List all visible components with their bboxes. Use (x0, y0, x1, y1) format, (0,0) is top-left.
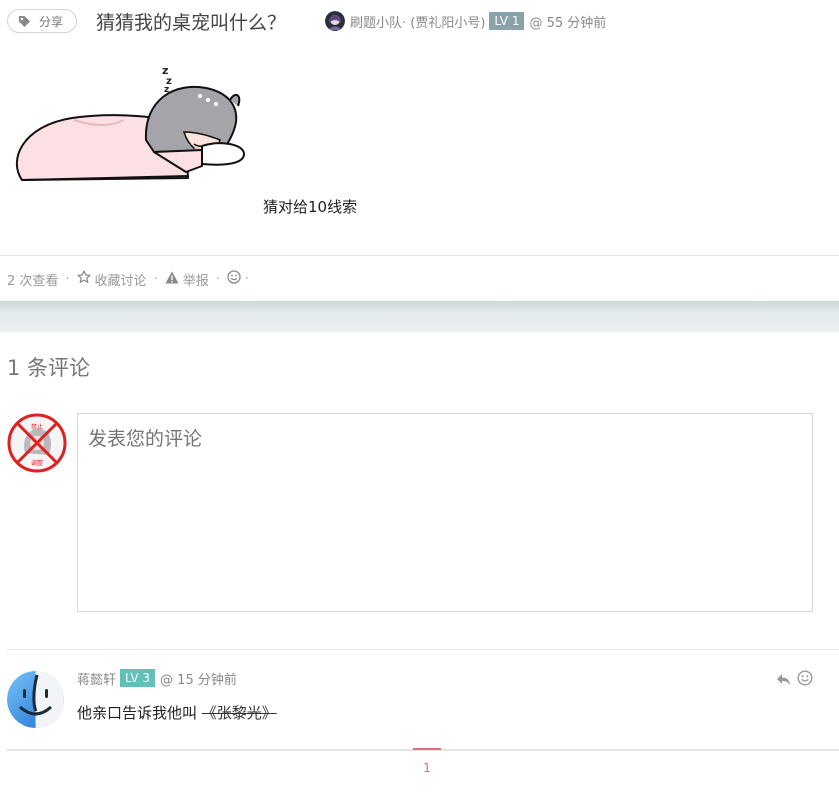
topic-author: 刷题小队· (贾礼阳小号) LV 1 @ 55 分钟前 (325, 10, 606, 32)
sleeping-girl-sticker: z z z (14, 60, 250, 190)
smiley-icon[interactable] (797, 670, 813, 690)
active-page-indicator (413, 748, 441, 750)
author-avatar[interactable] (325, 11, 345, 31)
divider (7, 649, 839, 650)
report-label: 举报 (182, 273, 209, 289)
divider (0, 255, 839, 256)
separator: · (65, 271, 70, 287)
comment-text: 他亲口告诉我他叫 《张黎光》 (77, 702, 277, 723)
comment-meta: 蒋懿轩 LV 3 @ 15 分钟前 (77, 668, 237, 688)
page-1-link[interactable]: 1 (413, 761, 441, 775)
author-level-badge: LV 1 (489, 12, 525, 30)
my-avatar-bottom-label: 调整 (31, 459, 43, 467)
comments-heading: 1 条评论 (7, 356, 91, 380)
reply-icon[interactable] (776, 671, 791, 690)
category-label: 分享 (39, 14, 64, 29)
separator: · (215, 271, 220, 287)
my-avatar[interactable]: 禁止 调整 (7, 413, 67, 473)
view-count: 2 次查看 (7, 273, 59, 289)
comment-text-main: 他亲口告诉我他叫 (77, 704, 202, 722)
topic-meta-bar: 2 次查看 · 收藏讨论 · 举报 · · (7, 268, 256, 290)
topic-content-text: 猜对给10线索 (263, 198, 358, 216)
tag-icon (18, 15, 31, 28)
post-time: @ 55 分钟前 (529, 15, 607, 31)
favorite-label: 收藏讨论 (94, 273, 147, 289)
my-avatar-top-label: 禁止 (31, 423, 43, 431)
report-button[interactable]: 举报 (165, 270, 209, 289)
comment-time: @ 15 分钟前 (160, 672, 237, 688)
comment-level-badge: LV 3 (120, 669, 156, 687)
comment-input[interactable] (77, 413, 813, 612)
reaction-button[interactable] (227, 270, 245, 288)
author-name[interactable]: 刷题小队· (贾礼阳小号) (350, 12, 485, 31)
separator: · (244, 271, 249, 287)
topic-header: 分享 猜猜我的桌宠叫什么？ 刷题小队· (贾礼阳小号) LV 1 @ 55 分钟… (0, 0, 839, 44)
category-tag[interactable]: 分享 (7, 9, 77, 33)
comment-text-struck: 《张黎光》 (201, 704, 277, 722)
favorite-button[interactable]: 收藏讨论 (76, 270, 147, 289)
separator: · (153, 271, 158, 287)
section-band (0, 301, 839, 332)
smiley-icon (227, 270, 241, 288)
star-outline-icon (76, 270, 91, 288)
comment-item: 蒋懿轩 LV 3 @ 15 分钟前 他亲口告诉我他叫 《张黎光》 (7, 668, 839, 738)
comment-actions (776, 670, 813, 690)
warning-triangle-icon (165, 271, 179, 288)
topic-title: 猜猜我的桌宠叫什么？ (96, 12, 287, 34)
comment-author[interactable]: 蒋懿轩 (77, 669, 116, 688)
comment-avatar[interactable] (7, 671, 64, 728)
